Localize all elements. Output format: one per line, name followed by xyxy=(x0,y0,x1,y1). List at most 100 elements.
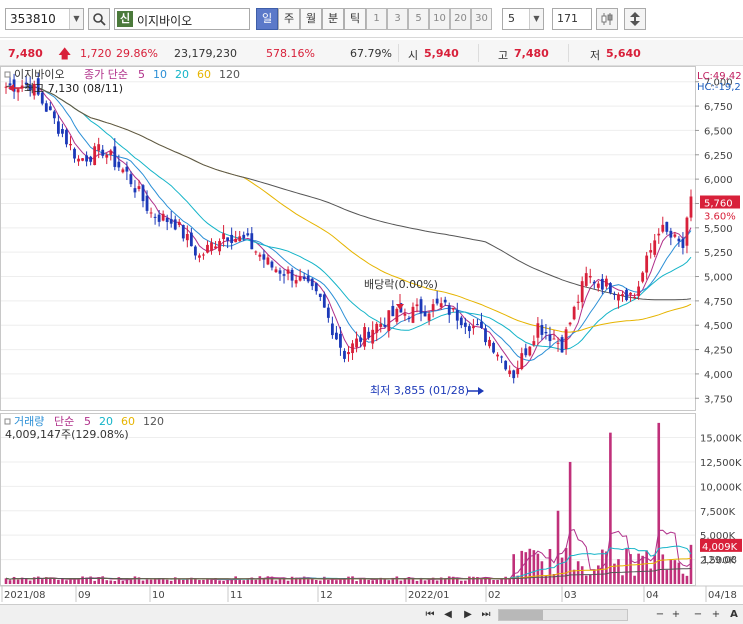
volume-ma-period-60: 60 xyxy=(121,415,135,428)
volume-bar xyxy=(230,579,233,584)
price-ma-period-60: 60 xyxy=(197,68,211,81)
period-button-3[interactable]: 분 xyxy=(322,8,344,30)
candle-body xyxy=(492,342,495,353)
candle-body xyxy=(157,214,161,222)
price-change-pct: 29.86% xyxy=(116,47,158,60)
volume-bar xyxy=(685,575,689,584)
zoom-all-icon[interactable]: + xyxy=(708,607,724,623)
volume-bar xyxy=(141,580,145,584)
candle-type-button[interactable] xyxy=(596,8,618,30)
candle-body xyxy=(459,317,463,326)
up-arrow-icon: 🡅 xyxy=(58,47,72,62)
candle-body xyxy=(681,238,685,248)
interval-select[interactable]: 5 ▼ xyxy=(502,8,544,30)
candle-body xyxy=(282,274,286,276)
volume-bar xyxy=(524,552,528,584)
stock-chart[interactable]: 7,0006,7506,5006,2506,0005,7505,5005,250… xyxy=(0,66,743,604)
candle-body xyxy=(532,341,536,346)
candle-body xyxy=(89,156,93,162)
candle-body xyxy=(447,305,451,315)
volume-bar xyxy=(540,561,544,584)
candle-body xyxy=(222,233,225,240)
search-button[interactable] xyxy=(88,8,110,30)
current-pct-tag: 3.60% xyxy=(704,212,736,223)
volume-bar xyxy=(536,553,540,584)
minute-button-5[interactable]: 5 xyxy=(408,8,429,30)
candle-body xyxy=(431,304,435,311)
candle-body xyxy=(592,281,596,284)
candle-body xyxy=(657,233,661,236)
volume-bar xyxy=(202,579,205,584)
candle-body xyxy=(564,329,568,350)
scrollbar-thumb[interactable] xyxy=(499,610,543,620)
volume-bar xyxy=(16,579,20,584)
chart-area[interactable]: 7,0006,7506,5006,2506,0005,7505,5005,250… xyxy=(0,66,743,602)
zoom-reset-icon[interactable]: − xyxy=(690,607,706,623)
low-label: 저 xyxy=(590,49,601,62)
candle-body xyxy=(218,241,221,252)
candle-body xyxy=(375,323,379,333)
candle-body xyxy=(580,281,584,303)
minute-button-20[interactable]: 20 xyxy=(450,8,471,30)
minute-button-30[interactable]: 30 xyxy=(471,8,492,30)
volume-bar xyxy=(206,579,209,584)
price-axis-tick: 6,750 xyxy=(704,102,733,113)
candle-body xyxy=(343,350,346,359)
stock-name-field[interactable]: 신 이지바이오 xyxy=(114,8,250,30)
stock-code-input[interactable]: 353810 ▼ xyxy=(5,8,84,30)
volume-ma-period-120: 120 xyxy=(143,415,164,428)
minute-button-3[interactable]: 3 xyxy=(387,8,408,30)
volume-bar xyxy=(234,576,237,584)
volume-bar xyxy=(387,580,391,584)
candle-body xyxy=(56,121,60,134)
volume-bar xyxy=(314,579,318,584)
volume-bar xyxy=(415,580,419,584)
count-input[interactable]: 171 xyxy=(552,8,592,30)
candle-body xyxy=(443,299,447,303)
first-page-icon[interactable]: ⏮ xyxy=(422,607,438,623)
auto-scale-icon[interactable]: A xyxy=(726,607,742,623)
period-button-4[interactable]: 틱 xyxy=(344,8,366,30)
candle-body xyxy=(85,155,88,162)
candle-body xyxy=(121,169,125,173)
candle-body xyxy=(407,317,411,319)
candle-body xyxy=(189,232,193,247)
volume-bar xyxy=(109,580,113,584)
candle-body xyxy=(588,275,592,278)
candle-body xyxy=(242,234,246,239)
volume-bar xyxy=(327,579,330,584)
candle-body xyxy=(604,278,608,287)
chevron-down-icon[interactable]: ▼ xyxy=(529,9,543,29)
volume-bar xyxy=(625,548,628,584)
zoom-in-icon[interactable]: + xyxy=(668,607,684,623)
divider xyxy=(398,44,399,62)
period-button-2[interactable]: 월 xyxy=(300,8,322,30)
last-page-icon[interactable]: ⏭ xyxy=(478,607,494,623)
volume-ratio: 578.16% xyxy=(266,47,315,60)
price-info-bar: 7,480 🡅 1,720 29.86% 23,179,230 578.16% … xyxy=(0,40,743,66)
candle-body xyxy=(185,234,189,241)
candle-body xyxy=(560,337,564,353)
new-listing-badge: 신 xyxy=(117,11,133,27)
candle-body xyxy=(65,129,68,145)
volume-bar xyxy=(226,580,229,584)
candle-body xyxy=(423,311,427,317)
volume-bar xyxy=(665,569,669,584)
volume-bar xyxy=(161,578,165,584)
zoom-out-icon[interactable]: − xyxy=(652,607,668,623)
period-button-0[interactable]: 일 xyxy=(256,8,278,30)
volume-bar xyxy=(641,555,644,584)
minute-button-10[interactable]: 10 xyxy=(429,8,450,30)
volume-bar xyxy=(169,580,173,584)
scroll-left-icon[interactable]: ◀ xyxy=(440,607,456,623)
search-icon xyxy=(93,13,106,26)
volume-bar xyxy=(258,576,262,584)
play-icon[interactable]: ▶ xyxy=(460,607,476,623)
fit-vertical-button[interactable] xyxy=(624,8,646,30)
period-button-1[interactable]: 주 xyxy=(278,8,300,30)
candle-body xyxy=(290,269,294,281)
minute-button-1[interactable]: 1 xyxy=(366,8,387,30)
scrollbar-track[interactable] xyxy=(498,609,628,621)
volume-bar xyxy=(572,569,576,584)
chevron-down-icon[interactable]: ▼ xyxy=(69,9,83,29)
